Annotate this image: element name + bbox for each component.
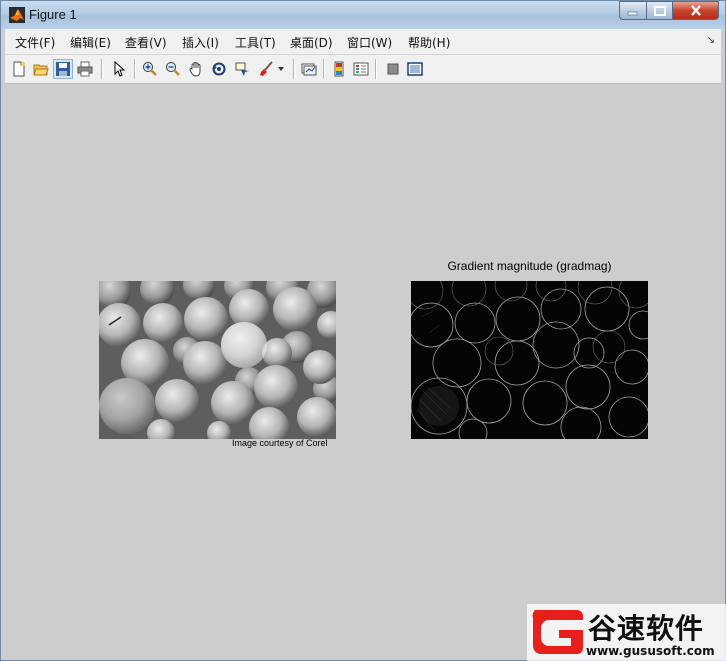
folder-open-icon xyxy=(33,64,49,76)
maximize-button[interactable] xyxy=(647,1,673,20)
menu-edit[interactable]: 编辑(E) xyxy=(70,34,111,51)
rotate-3d-button[interactable] xyxy=(209,59,229,79)
data-cursor-button[interactable] xyxy=(232,59,252,79)
hand-icon xyxy=(189,62,201,77)
menu-dock-arrow-icon[interactable]: ↘ xyxy=(707,35,715,46)
hide-plot-tools-button[interactable] xyxy=(383,59,403,79)
zoom-out-button[interactable] xyxy=(163,59,183,79)
menu-tools[interactable]: 工具(T) xyxy=(235,34,276,51)
toolbar-separator xyxy=(375,59,377,79)
toolbar-separator xyxy=(293,59,295,79)
menu-bar: 文件(F) 编辑(E) 查看(V) 插入(I) 工具(T) 桌面(D) 窗口(W… xyxy=(5,29,721,55)
pointer-arrow-icon xyxy=(114,61,126,77)
save-figure-button[interactable] xyxy=(53,59,73,79)
menu-help[interactable]: 帮助(H) xyxy=(408,34,450,51)
hide-plot-tools-icon xyxy=(387,63,399,75)
data-cursor-icon xyxy=(235,62,249,76)
insert-colorbar-button[interactable] xyxy=(329,59,349,79)
open-file-button[interactable] xyxy=(31,59,51,79)
printer-icon xyxy=(77,61,93,77)
menu-insert[interactable]: 插入(I) xyxy=(182,34,219,51)
toolbar-separator xyxy=(101,59,103,79)
link-plot-button[interactable] xyxy=(299,59,319,79)
menu-window[interactable]: 窗口(W) xyxy=(347,34,392,51)
brush-button[interactable] xyxy=(256,59,276,79)
brush-dropdown[interactable] xyxy=(275,59,287,79)
title-bar[interactable]: Figure 1 xyxy=(1,1,725,29)
menu-desktop[interactable]: 桌面(D) xyxy=(290,34,333,51)
minimize-icon xyxy=(627,11,638,15)
pan-button[interactable] xyxy=(186,59,206,79)
maximize-icon xyxy=(653,5,666,16)
zoom-in-button[interactable] xyxy=(140,59,160,79)
insert-legend-button[interactable] xyxy=(351,59,371,79)
axes-title: Gradient magnitude (gradmag) xyxy=(447,259,612,273)
watermark-url: www.gususoft.com xyxy=(586,644,715,658)
figure-toolbar xyxy=(5,55,721,84)
matlab-icon xyxy=(9,7,25,23)
chevron-down-icon xyxy=(278,67,284,71)
show-plot-tools-icon xyxy=(407,62,423,76)
edit-plot-button[interactable] xyxy=(109,59,129,79)
toolbar-separator xyxy=(134,59,136,79)
rotate-3d-icon xyxy=(212,62,226,76)
zoom-out-icon xyxy=(166,62,180,76)
show-plot-tools-button[interactable] xyxy=(405,59,425,79)
image-caption: Image courtesy of Corel xyxy=(232,438,328,448)
save-disk-icon xyxy=(56,62,70,76)
minimize-button[interactable] xyxy=(619,1,647,20)
window-title: Figure 1 xyxy=(29,7,77,22)
zoom-in-icon xyxy=(143,62,157,76)
brush-icon xyxy=(260,61,273,76)
close-icon xyxy=(690,5,701,16)
colorbar-icon xyxy=(334,61,344,77)
link-plot-icon xyxy=(301,63,317,76)
original-image[interactable] xyxy=(99,281,336,439)
close-button[interactable] xyxy=(673,1,719,20)
watermark-text: 谷速软件 xyxy=(588,612,705,645)
pears-grayscale-image xyxy=(99,281,336,439)
toolbar-separator xyxy=(323,59,325,79)
new-figure-button[interactable] xyxy=(9,59,29,79)
new-file-icon xyxy=(13,61,25,77)
print-figure-button[interactable] xyxy=(75,59,95,79)
gradient-edges-image xyxy=(411,281,648,439)
gradient-magnitude-image[interactable] xyxy=(411,281,648,439)
menu-view[interactable]: 查看(V) xyxy=(125,34,167,51)
menu-file[interactable]: 文件(F) xyxy=(15,34,55,51)
legend-icon xyxy=(353,62,369,76)
